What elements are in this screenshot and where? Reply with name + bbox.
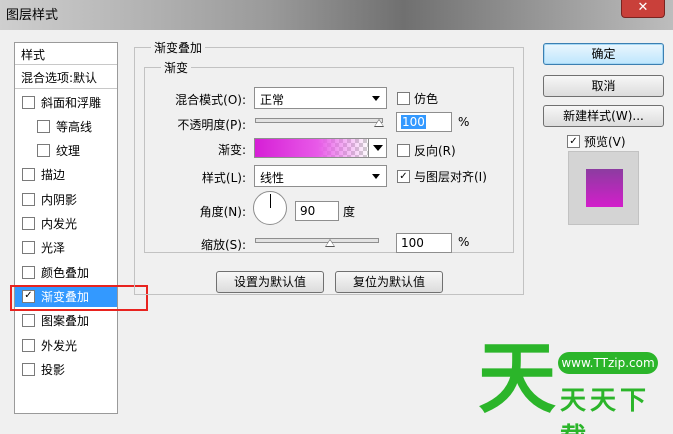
checkbox-icon[interactable] bbox=[22, 265, 35, 279]
window-title: 图层样式 bbox=[6, 8, 59, 23]
chevron-down-icon[interactable] bbox=[368, 139, 386, 157]
scale-input[interactable]: 100 bbox=[396, 233, 452, 253]
style-label: 样式(L): bbox=[201, 171, 246, 185]
watermark-logo: 天 bbox=[478, 334, 557, 424]
opacity-slider[interactable] bbox=[255, 118, 383, 123]
layer-style-dialog: 样式 混合选项:默认 斜面和浮雕等高线纹理描边内阴影内发光光泽颜色叠加 ✓ 渐变叠加… bbox=[0, 30, 673, 434]
make-default-button[interactable]: 设置为默认值 bbox=[216, 271, 324, 293]
close-icon[interactable]: ✕ bbox=[621, 0, 665, 18]
angle-value: 90 bbox=[300, 204, 316, 218]
opacity-unit: % bbox=[458, 115, 470, 129]
angle-input[interactable]: 90 bbox=[295, 201, 339, 221]
style-item-label: 斜面和浮雕 bbox=[41, 95, 102, 110]
style-item-label: 内阴影 bbox=[41, 192, 78, 207]
checkbox-icon[interactable] bbox=[22, 168, 35, 182]
style-item[interactable]: 纹理 bbox=[15, 140, 117, 162]
style-item-label: 描边 bbox=[41, 168, 66, 183]
checkmark-icon: ✓ bbox=[567, 135, 580, 148]
checkbox-icon bbox=[397, 92, 410, 105]
opacity-label: 不透明度(P): bbox=[177, 118, 246, 132]
scale-slider[interactable] bbox=[255, 238, 379, 243]
style-item[interactable]: 投影 bbox=[15, 358, 117, 380]
opacity-slider-handle[interactable] bbox=[374, 119, 384, 127]
chevron-down-icon bbox=[372, 96, 380, 101]
ok-button[interactable]: 确定 bbox=[543, 43, 664, 65]
scale-slider-handle[interactable] bbox=[325, 239, 335, 247]
styles-header[interactable]: 样式 bbox=[15, 43, 117, 65]
style-item-label: 光泽 bbox=[41, 241, 66, 256]
watermark-url: www.TTzip.com bbox=[558, 352, 658, 374]
align-with-layer-checkbox[interactable]: ✓ 与图层对齐(I) bbox=[397, 168, 487, 185]
gradient-picker[interactable] bbox=[254, 138, 387, 158]
watermark-text: 天天下载 bbox=[560, 386, 651, 434]
style-item-label: 投影 bbox=[41, 362, 66, 377]
style-item[interactable]: 图案叠加 bbox=[15, 310, 117, 332]
checkbox-icon[interactable] bbox=[22, 362, 35, 376]
style-item-label: 颜色叠加 bbox=[41, 265, 90, 280]
preview-label: 预览(V) bbox=[584, 135, 626, 149]
style-item-label: 图案叠加 bbox=[41, 314, 90, 329]
angle-unit: 度 bbox=[343, 205, 356, 219]
style-item[interactable]: 等高线 bbox=[15, 115, 117, 137]
align-with-layer-label: 与图层对齐(I) bbox=[414, 170, 487, 184]
style-select[interactable]: 线性 bbox=[254, 165, 387, 187]
scale-unit: % bbox=[458, 235, 470, 249]
new-style-button[interactable]: 新建样式(W)... bbox=[543, 105, 664, 127]
gradient-preview[interactable] bbox=[255, 139, 369, 157]
scale-label: 缩放(S): bbox=[200, 238, 246, 252]
reset-default-button[interactable]: 复位为默认值 bbox=[335, 271, 443, 293]
blend-options-item[interactable]: 混合选项:默认 bbox=[15, 65, 117, 89]
checkbox-icon[interactable] bbox=[22, 241, 35, 255]
scale-value: 100 bbox=[401, 236, 424, 250]
title-bar: 图层样式 ✕ bbox=[0, 0, 673, 30]
preview-checkbox[interactable]: ✓ 预览(V) bbox=[567, 133, 626, 150]
style-item[interactable]: 斜面和浮雕 bbox=[15, 91, 117, 113]
style-item-label: 纹理 bbox=[56, 144, 81, 159]
style-preview bbox=[568, 151, 639, 225]
opacity-input[interactable]: 100 bbox=[396, 112, 452, 132]
dither-label: 仿色 bbox=[414, 92, 439, 106]
checkbox-icon[interactable] bbox=[22, 192, 35, 206]
style-item[interactable]: 内发光 bbox=[15, 213, 117, 235]
checkbox-icon[interactable] bbox=[22, 217, 35, 230]
reverse-label: 反向(R) bbox=[414, 144, 456, 158]
highlight-box bbox=[10, 285, 148, 311]
style-item[interactable]: 颜色叠加 bbox=[15, 261, 117, 283]
gradient-label: 渐变: bbox=[217, 143, 246, 157]
gradient-subgroup-title: 渐变 bbox=[161, 59, 192, 76]
style-item[interactable]: 外发光 bbox=[15, 334, 117, 356]
opacity-value: 100 bbox=[401, 115, 426, 129]
blend-mode-value: 正常 bbox=[260, 93, 285, 107]
cancel-button[interactable]: 取消 bbox=[543, 75, 664, 97]
style-item[interactable]: 内阴影 bbox=[15, 188, 117, 210]
checkbox-icon[interactable] bbox=[22, 338, 35, 352]
chevron-down-icon bbox=[372, 174, 380, 179]
style-item[interactable]: 描边 bbox=[15, 164, 117, 186]
style-item-label: 等高线 bbox=[56, 119, 93, 134]
checkbox-icon[interactable] bbox=[22, 314, 35, 328]
blend-mode-label: 混合模式(O): bbox=[175, 93, 246, 107]
styles-list: 样式 混合选项:默认 斜面和浮雕 等高线 纹理 描边 内阴影 内发光 光泽 颜色叠加 ✓ 渐变叠加… bbox=[14, 42, 118, 414]
style-item[interactable]: 光泽 bbox=[15, 237, 117, 259]
checkbox-icon[interactable] bbox=[37, 144, 50, 158]
reverse-checkbox[interactable]: 反向(R) bbox=[397, 142, 456, 159]
blend-mode-select[interactable]: 正常 bbox=[254, 87, 387, 109]
angle-dial[interactable] bbox=[253, 191, 287, 225]
dither-checkbox[interactable]: 仿色 bbox=[397, 90, 438, 107]
style-item-label: 内发光 bbox=[41, 217, 78, 231]
style-preview-swatch bbox=[586, 169, 623, 207]
angle-label: 角度(N): bbox=[199, 205, 246, 219]
checkbox-icon[interactable] bbox=[22, 95, 35, 109]
style-item-label: 外发光 bbox=[41, 338, 78, 353]
checkbox-icon bbox=[397, 144, 410, 157]
checkbox-icon[interactable] bbox=[37, 119, 50, 133]
checkmark-icon: ✓ bbox=[397, 170, 410, 183]
gradient-overlay-title: 渐变叠加 bbox=[151, 39, 206, 56]
style-value: 线性 bbox=[260, 171, 285, 185]
